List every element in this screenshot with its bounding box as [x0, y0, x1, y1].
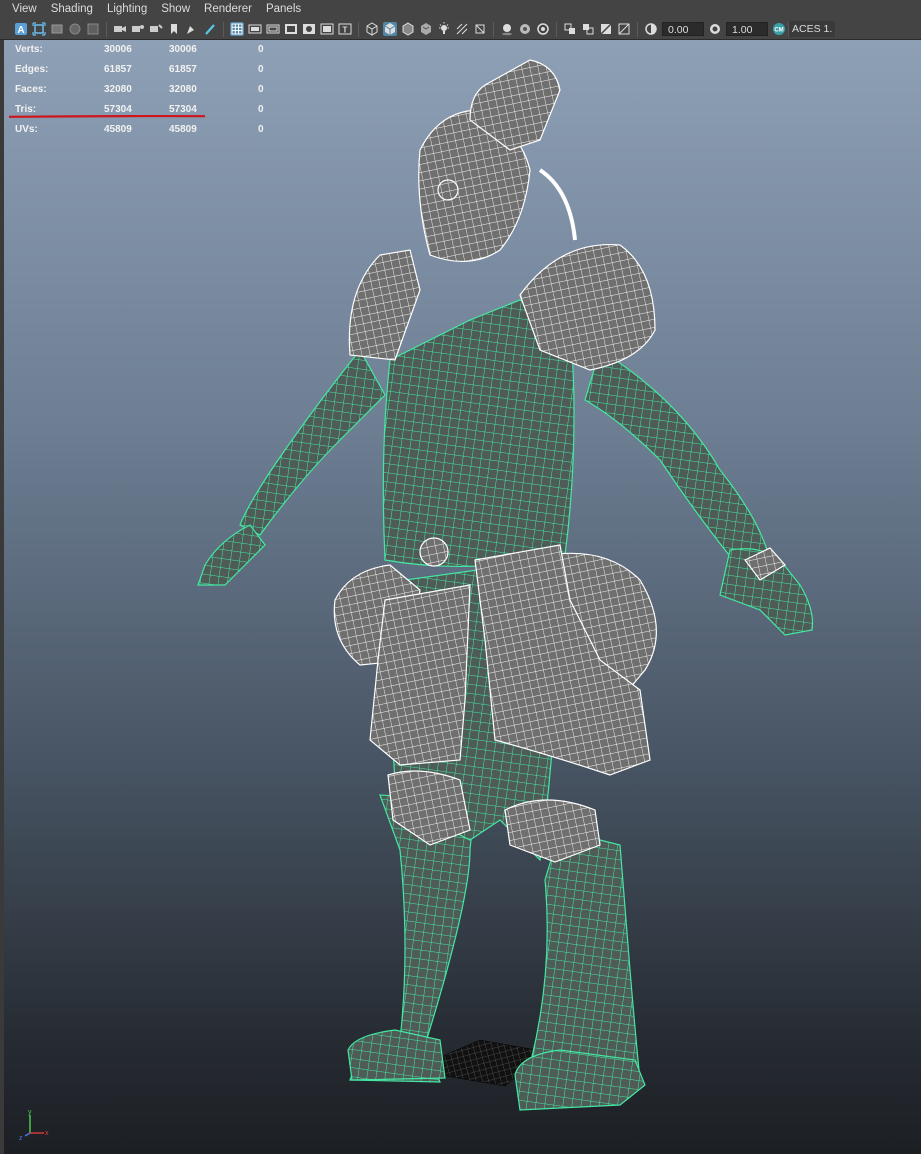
hud-label: Faces: [15, 84, 47, 95]
textured-icon[interactable] [419, 22, 433, 36]
menu-panels[interactable]: Panels [259, 0, 308, 19]
hud-value: 45809 [169, 124, 197, 135]
color-space-label[interactable]: ACES 1. [788, 21, 836, 37]
hud-value: 30006 [169, 44, 197, 55]
gate-mask-icon[interactable] [284, 22, 298, 36]
exposure-icon[interactable] [644, 22, 658, 36]
menu-view[interactable]: View [0, 0, 44, 19]
menu-shading[interactable]: Shading [44, 0, 100, 19]
hud-label: UVs: [15, 124, 38, 135]
lights-icon[interactable] [437, 22, 451, 36]
hud-label: Edges: [15, 64, 49, 75]
menu-renderer[interactable]: Renderer [197, 0, 259, 19]
motion-blur-icon[interactable] [518, 22, 532, 36]
hud-label: Tris: [15, 104, 37, 115]
bookmark-flag-icon[interactable] [167, 22, 181, 36]
toolbar-separator [106, 21, 107, 37]
hud-value: 32080 [169, 84, 197, 95]
resolution-gate-icon[interactable] [266, 22, 280, 36]
frame-selection-icon[interactable] [185, 22, 199, 36]
wireframe-icon[interactable] [365, 22, 379, 36]
ambient-occlusion-icon[interactable] [500, 22, 514, 36]
toolbar-separator [358, 21, 359, 37]
hud-value: 0 [258, 104, 264, 115]
toolbar-separator [493, 21, 494, 37]
menu-lighting[interactable]: Lighting [100, 0, 154, 19]
select-camera-icon[interactable]: A [14, 22, 28, 36]
axis-z-label: z [19, 1135, 23, 1141]
film-gate-icon[interactable] [248, 22, 262, 36]
xray-joints-icon[interactable] [599, 22, 613, 36]
image-plane-icon[interactable] [86, 22, 100, 36]
menu-show[interactable]: Show [154, 0, 197, 19]
2d-pan-zoom-icon[interactable] [131, 22, 145, 36]
xray-icon[interactable] [473, 22, 487, 36]
hud-row-edges: Edges: 61857 61857 0 [15, 62, 275, 82]
field-chart-icon[interactable] [302, 22, 316, 36]
svg-text:A: A [17, 25, 24, 36]
hud-value: 61857 [169, 64, 197, 75]
isolate-view-icon[interactable] [581, 22, 595, 36]
svg-text:CM: CM [774, 28, 783, 34]
wireframe-on-shaded-icon[interactable] [401, 22, 415, 36]
toolbar-separator [556, 21, 557, 37]
gamma-field[interactable]: 1.00 [726, 22, 768, 36]
paint-brush-icon[interactable] [203, 22, 217, 36]
hud-value: 61857 [104, 64, 132, 75]
anti-aliasing-icon[interactable] [536, 22, 550, 36]
hud-value: 0 [258, 124, 264, 135]
isolate-select-icon[interactable] [563, 22, 577, 36]
gamma-icon[interactable] [708, 22, 722, 36]
hud-value: 57304 [104, 104, 132, 115]
axis-x-label: x [45, 1130, 49, 1137]
panel-menu-bar: View Shading Lighting Show Renderer Pane… [0, 0, 921, 19]
grid-icon[interactable] [230, 22, 244, 36]
hud-value: 0 [258, 84, 264, 95]
shadows-icon[interactable] [455, 22, 469, 36]
color-management-icon[interactable]: CM [772, 22, 786, 36]
view-axis-indicator: y x z [19, 1109, 49, 1141]
toolbar-separator [637, 21, 638, 37]
hud-row-faces: Faces: 32080 32080 0 [15, 82, 275, 102]
hud-row-tris: Tris: 57304 57304 0 [15, 102, 275, 122]
hud-label: Verts: [15, 44, 43, 55]
hud-value: 0 [258, 44, 264, 55]
smooth-shade-icon[interactable] [383, 22, 397, 36]
hud-value: 57304 [169, 104, 197, 115]
toolbar-separator [223, 21, 224, 37]
hud-row-verts: Verts: 30006 30006 0 [15, 42, 275, 62]
backface-culling-icon[interactable] [617, 22, 631, 36]
hud-value: 30006 [104, 44, 132, 55]
camera-attributes-icon[interactable] [50, 22, 64, 36]
exposure-field[interactable]: 0.00 [662, 22, 704, 36]
hud-value: 0 [258, 64, 264, 75]
safe-action-icon[interactable] [320, 22, 334, 36]
camera-icon[interactable] [113, 22, 127, 36]
hud-row-uvs: UVs: 45809 45809 0 [15, 122, 275, 142]
hud-value: 45809 [104, 124, 132, 135]
poly-count-hud: Verts: 30006 30006 0 Edges: 61857 61857 … [15, 42, 275, 142]
bookmark-icon[interactable] [68, 22, 82, 36]
hud-value: 32080 [104, 84, 132, 95]
red-underline-annotation [8, 115, 206, 118]
axis-y-label: y [28, 1109, 32, 1116]
panel-toolbar: A T 0.00 1.00 CM ACES 1. [0, 19, 921, 40]
grease-pencil-icon[interactable] [149, 22, 163, 36]
svg-text:T: T [343, 26, 348, 35]
lock-camera-icon[interactable] [32, 22, 46, 36]
viewport-3d[interactable] [4, 40, 921, 1154]
safe-title-icon[interactable]: T [338, 22, 352, 36]
